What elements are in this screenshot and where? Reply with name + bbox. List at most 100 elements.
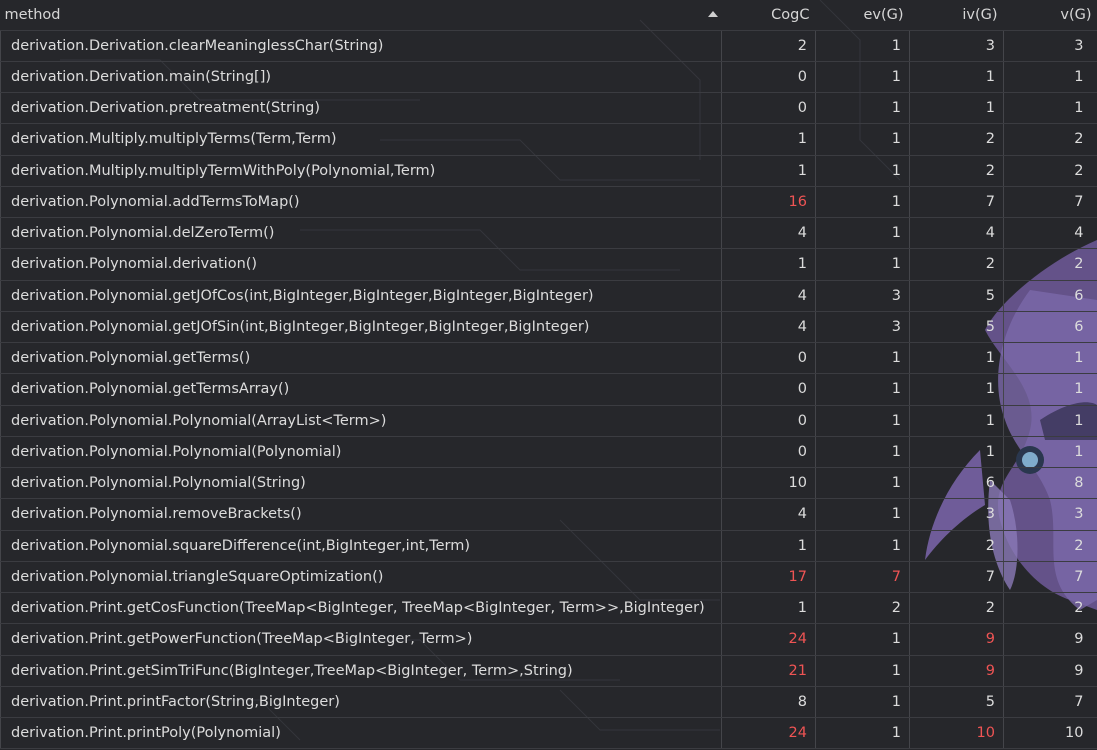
iv-cell: 2 bbox=[909, 155, 1004, 187]
ev-cell: 1 bbox=[815, 342, 910, 375]
cogc-cell: 1 bbox=[721, 592, 816, 625]
table-row[interactable]: derivation.Polynomial.removeBrackets() 4 1… bbox=[0, 498, 1097, 531]
v-cell: 2 bbox=[1003, 123, 1097, 156]
ev-cell: 1 bbox=[815, 405, 910, 437]
table-row[interactable]: derivation.Derivation.pretreatment(Strin… bbox=[0, 92, 1097, 125]
v-cell: 6 bbox=[1003, 280, 1097, 312]
cogc-cell: 24 bbox=[721, 717, 816, 750]
table-row[interactable]: derivation.Derivation.main(String[]) 0 1 1 1 bbox=[0, 61, 1097, 94]
column-header-cogc[interactable]: CogC bbox=[721, 0, 816, 31]
ev-cell: 1 bbox=[815, 61, 910, 94]
method-cell: derivation.Polynomial.delZeroTerm() bbox=[0, 217, 722, 250]
v-cell: 7 bbox=[1003, 686, 1097, 719]
table-row[interactable]: derivation.Print.printFactor(String,BigI… bbox=[0, 686, 1097, 719]
iv-cell: 2 bbox=[909, 592, 1004, 625]
method-cell: derivation.Polynomial.removeBrackets() bbox=[0, 498, 722, 531]
ev-cell: 1 bbox=[815, 123, 910, 156]
method-cell: derivation.Derivation.pretreatment(Strin… bbox=[0, 92, 722, 125]
column-header-label: ev(G) bbox=[863, 6, 904, 23]
table-row[interactable]: derivation.Multiply.multiplyTermWithPoly… bbox=[0, 155, 1097, 187]
iv-cell: 1 bbox=[909, 61, 1004, 94]
iv-cell: 10 bbox=[909, 717, 1004, 750]
cogc-cell: 16 bbox=[721, 186, 816, 219]
iv-cell: 3 bbox=[909, 30, 1004, 62]
ev-cell: 1 bbox=[815, 92, 910, 125]
method-cell: derivation.Derivation.clearMeaninglessCh… bbox=[0, 30, 722, 62]
v-cell: 1 bbox=[1003, 373, 1097, 406]
v-cell: 2 bbox=[1003, 248, 1097, 281]
ev-cell: 1 bbox=[815, 623, 910, 656]
cogc-cell: 4 bbox=[721, 280, 816, 312]
v-cell: 1 bbox=[1003, 92, 1097, 125]
column-header-label: method bbox=[4, 6, 61, 23]
ev-cell: 1 bbox=[815, 217, 910, 250]
table-row[interactable]: derivation.Polynomial.delZeroTerm() 4 1 4 4 bbox=[0, 217, 1097, 250]
v-cell: 3 bbox=[1003, 498, 1097, 531]
ev-cell: 1 bbox=[815, 186, 910, 219]
iv-cell: 5 bbox=[909, 686, 1004, 719]
table-row[interactable]: derivation.Polynomial.getTerms() 0 1 1 1 bbox=[0, 342, 1097, 375]
ev-cell: 1 bbox=[815, 436, 910, 469]
v-cell: 1 bbox=[1003, 342, 1097, 375]
iv-cell: 5 bbox=[909, 311, 1004, 344]
v-cell: 9 bbox=[1003, 655, 1097, 687]
table-row[interactable]: derivation.Print.printPoly(Polynomial) 24… bbox=[0, 717, 1097, 750]
table-row[interactable]: derivation.Polynomial.getJOfCos(int,BigI… bbox=[0, 280, 1097, 312]
cogc-cell: 1 bbox=[721, 155, 816, 187]
iv-cell: 9 bbox=[909, 623, 1004, 656]
iv-cell: 6 bbox=[909, 467, 1004, 500]
v-cell: 7 bbox=[1003, 186, 1097, 219]
method-cell: derivation.Polynomial.Polynomial(Polynom… bbox=[0, 436, 722, 469]
column-header-label: iv(G) bbox=[962, 6, 998, 23]
cogc-cell: 10 bbox=[721, 467, 816, 500]
ev-cell: 1 bbox=[815, 717, 910, 750]
cogc-cell: 4 bbox=[721, 498, 816, 531]
column-header-method[interactable]: method bbox=[0, 0, 722, 31]
cogc-cell: 4 bbox=[721, 217, 816, 250]
iv-cell: 2 bbox=[909, 123, 1004, 156]
cogc-cell: 24 bbox=[721, 623, 816, 656]
table-row[interactable]: derivation.Derivation.clearMeaninglessCh… bbox=[0, 30, 1097, 62]
cogc-cell: 17 bbox=[721, 561, 816, 594]
v-cell: 8 bbox=[1003, 467, 1097, 500]
v-cell: 6 bbox=[1003, 311, 1097, 344]
table-row[interactable]: derivation.Polynomial.Polynomial(Polynom… bbox=[0, 436, 1097, 469]
table-row[interactable]: derivation.Polynomial.getJOfSin(int,BigI… bbox=[0, 311, 1097, 344]
table-row[interactable]: derivation.Polynomial.Polynomial(String)… bbox=[0, 467, 1097, 500]
ev-cell: 1 bbox=[815, 530, 910, 562]
table-row[interactable]: derivation.Polynomial.derivation() 1 1 2 2 bbox=[0, 248, 1097, 281]
method-cell: derivation.Print.getPowerFunction(TreeMa… bbox=[0, 623, 722, 656]
method-cell: derivation.Polynomial.getTermsArray() bbox=[0, 373, 722, 406]
ev-cell: 1 bbox=[815, 155, 910, 187]
method-cell: derivation.Polynomial.getJOfCos(int,BigI… bbox=[0, 280, 722, 312]
ev-cell: 1 bbox=[815, 373, 910, 406]
ev-cell: 7 bbox=[815, 561, 910, 594]
v-cell: 1 bbox=[1003, 436, 1097, 469]
ev-cell: 1 bbox=[815, 248, 910, 281]
table-row[interactable]: derivation.Polynomial.Polynomial(ArrayLi… bbox=[0, 405, 1097, 437]
table-row[interactable]: derivation.Polynomial.triangleSquareOpti… bbox=[0, 561, 1097, 594]
method-cell: derivation.Polynomial.Polynomial(ArrayLi… bbox=[0, 405, 722, 437]
column-header-label: v(G) bbox=[1060, 6, 1092, 23]
method-cell: derivation.Print.getSimTriFunc(BigIntege… bbox=[0, 655, 722, 687]
column-header-v[interactable]: v(G) bbox=[1003, 0, 1097, 31]
v-cell: 2 bbox=[1003, 530, 1097, 562]
table-row[interactable]: derivation.Print.getPowerFunction(TreeMa… bbox=[0, 623, 1097, 656]
table-row[interactable]: derivation.Polynomial.squareDifference(i… bbox=[0, 530, 1097, 562]
table-row[interactable]: derivation.Print.getCosFunction(TreeMap<… bbox=[0, 592, 1097, 625]
table-row[interactable]: derivation.Polynomial.addTermsToMap() 16 1… bbox=[0, 186, 1097, 219]
cogc-cell: 1 bbox=[721, 123, 816, 156]
iv-cell: 1 bbox=[909, 342, 1004, 375]
iv-cell: 2 bbox=[909, 248, 1004, 281]
ev-cell: 1 bbox=[815, 467, 910, 500]
column-header-iv[interactable]: iv(G) bbox=[909, 0, 1004, 31]
iv-cell: 1 bbox=[909, 436, 1004, 469]
cogc-cell: 21 bbox=[721, 655, 816, 687]
column-header-ev[interactable]: ev(G) bbox=[815, 0, 910, 31]
column-header-label: CogC bbox=[771, 6, 810, 23]
iv-cell: 1 bbox=[909, 373, 1004, 406]
table-row[interactable]: derivation.Polynomial.getTermsArray() 0 1 1… bbox=[0, 373, 1097, 406]
table-row[interactable]: derivation.Multiply.multiplyTerms(Term,T… bbox=[0, 123, 1097, 156]
method-cell: derivation.Polynomial.getTerms() bbox=[0, 342, 722, 375]
table-row[interactable]: derivation.Print.getSimTriFunc(BigIntege… bbox=[0, 655, 1097, 687]
